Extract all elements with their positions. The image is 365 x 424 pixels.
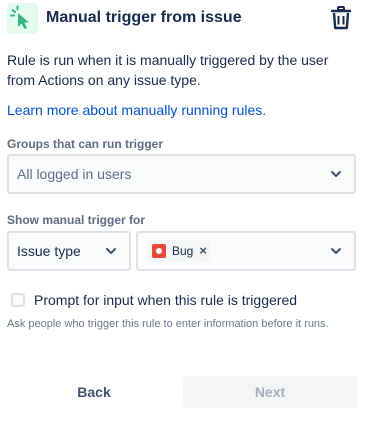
prompt-helper-text: Ask people who trigger this rule to ente…	[7, 318, 329, 330]
chevron-down-icon	[101, 233, 121, 269]
show-for-field-label: Show manual trigger for	[7, 213, 146, 227]
cursor-click-icon	[7, 3, 38, 34]
selected-tag-bug: Bug ×	[148, 240, 211, 262]
manual-trigger-panel: Manual trigger from issue Rule is run wh…	[0, 0, 365, 424]
tag-label: Bug	[172, 244, 194, 258]
panel-header: Manual trigger from issue	[7, 3, 357, 34]
panel-title: Manual trigger from issue	[46, 9, 242, 26]
chevron-down-icon	[326, 156, 346, 192]
trigger-description: Rule is run when it is manually triggere…	[7, 52, 329, 88]
delete-trigger-button[interactable]	[329, 4, 353, 32]
remove-tag-button[interactable]: ×	[199, 240, 207, 262]
prompt-input-label[interactable]: Prompt for input when this rule is trigg…	[34, 290, 297, 310]
issue-type-multiselect[interactable]: Bug ×	[136, 231, 356, 271]
learn-more-link[interactable]: Learn more about manually running rules.	[7, 100, 266, 120]
back-button[interactable]: Back	[7, 376, 181, 408]
trash-icon	[331, 6, 351, 30]
groups-select-value: All logged in users	[17, 166, 132, 182]
bug-icon	[152, 244, 166, 258]
groups-field-label: Groups that can run trigger	[7, 137, 164, 151]
next-button[interactable]: Next	[183, 376, 357, 408]
issue-type-select[interactable]: Issue type	[7, 231, 131, 271]
chevron-down-icon	[326, 233, 346, 269]
prompt-input-checkbox[interactable]	[11, 293, 25, 307]
issue-type-select-value: Issue type	[17, 243, 81, 259]
groups-select[interactable]: All logged in users	[7, 154, 356, 194]
